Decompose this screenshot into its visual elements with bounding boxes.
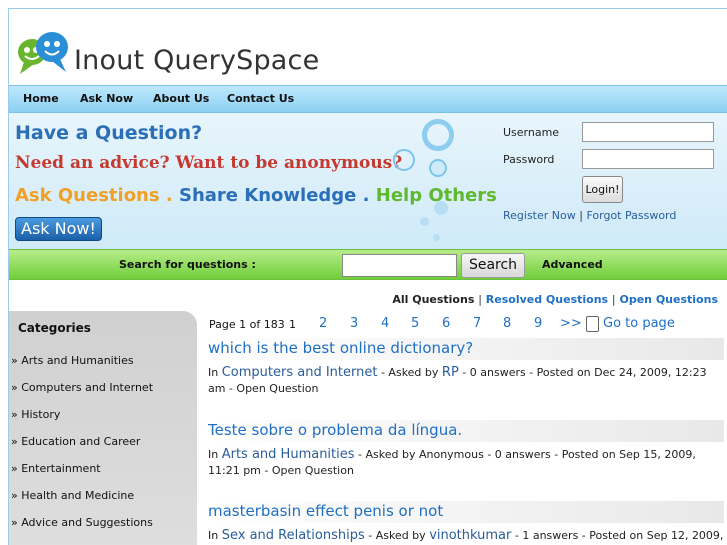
tagline-ask: Ask Questions . [15,185,173,206]
question-asked-by: - Asked by [368,529,426,542]
banner-subline: Need an advice? Want to be anonymous? [15,153,403,173]
advanced-search-link[interactable]: Advanced [542,258,603,271]
question-in-label: In [208,448,219,461]
nav-home[interactable]: Home [23,92,59,105]
question-meta: In Sex and Relationships - Asked by vino… [208,528,724,545]
sidebar-item-entertainment[interactable]: » Entertainment [11,462,101,475]
question-asked-by: - Asked by Anonymous [358,448,484,461]
banner-headline: Have a Question? [15,122,203,144]
question-title[interactable]: which is the best online dictionary? [208,338,724,360]
filter-resolved-questions[interactable]: Resolved Questions [486,293,608,306]
page-info: Page 1 of 183 [209,318,285,331]
page: Inout QuerySpace Home Ask Now About Us C… [8,8,727,545]
filter-separator: | [611,293,616,306]
filter-open-questions[interactable]: Open Questions [619,293,718,306]
tagline-share: Share Knowledge . [178,185,370,206]
login-links-separator: | [579,209,583,222]
nav-contact-us[interactable]: Contact Us [227,92,294,105]
nav-about-us[interactable]: About Us [153,92,209,105]
login-links: Register Now | Forgot Password [503,209,676,222]
nav-ask-now[interactable]: Ask Now [80,92,133,105]
question-filters: All Questions | Resolved Questions | Ope… [392,293,718,306]
chat-bubbles-logo-icon[interactable] [14,30,76,80]
username-input[interactable] [582,122,714,142]
sidebar-item-history[interactable]: » History [11,408,60,421]
question-user-link[interactable]: vinothkumar [429,528,511,543]
sidebar-title: Categories [18,321,91,335]
password-label: Password [503,153,555,166]
bubble-decoration-icon [429,159,447,177]
question-in-label: In [208,529,219,542]
question-asked-by: - Asked by [380,366,439,379]
question-meta: In Computers and Internet - Asked by RP … [208,365,724,397]
page-link[interactable]: 7 [473,316,481,331]
question-user-link[interactable]: RP [442,365,459,380]
search-input[interactable] [342,254,457,277]
filter-all-questions[interactable]: All Questions [392,293,474,306]
sidebar-item-education-and-career[interactable]: » Education and Career [11,435,140,448]
site-logo-text[interactable]: Inout QuerySpace [74,45,319,76]
bubble-decoration-icon [393,149,415,171]
page-link[interactable]: 8 [503,316,511,331]
main-nav: Home Ask Now About Us Contact Us [9,85,727,113]
header: Inout QuerySpace [9,9,727,85]
search-bar: Search for questions : Search Advanced [9,249,727,280]
page-link[interactable]: 3 [350,316,358,331]
question-item: masterbasin effect penis or not In Sex a… [208,501,724,545]
page-link[interactable]: 4 [381,316,389,331]
pagination: Page 1 of 183 1 2 3 4 5 6 7 8 9 >> Go to… [209,316,727,336]
username-label: Username [503,126,560,139]
banner-tagline: Ask Questions . Share Knowledge . Help O… [15,185,497,206]
bubble-decoration-icon [434,201,448,215]
forgot-password-link[interactable]: Forgot Password [586,209,676,222]
question-category-link[interactable]: Arts and Humanities [222,447,355,462]
question-category-link[interactable]: Computers and Internet [222,365,378,380]
login-button[interactable]: Login! [582,176,623,203]
sidebar-item-health-and-medicine[interactable]: » Health and Medicine [11,489,134,502]
page-link[interactable]: 9 [534,316,542,331]
page-link[interactable]: 6 [442,316,450,331]
question-in-label: In [208,366,219,379]
question-item: which is the best online dictionary? In … [208,338,724,397]
search-button[interactable]: Search [461,253,525,278]
next-pages-link[interactable]: >> [560,316,582,331]
question-title[interactable]: masterbasin effect penis or not [208,501,724,523]
question-item: Teste sobre o problema da língua. In Art… [208,420,724,479]
bubble-decoration-icon [420,217,429,226]
go-to-page-link[interactable]: Go to page [603,316,675,331]
question-title[interactable]: Teste sobre o problema da língua. [208,420,724,442]
hero-banner: Have a Question? Need an advice? Want to… [9,113,727,249]
filter-separator: | [478,293,482,306]
question-category-link[interactable]: Sex and Relationships [222,528,365,543]
register-link[interactable]: Register Now [503,209,576,222]
bubble-decoration-icon [433,234,440,241]
current-page: 1 [289,318,296,331]
sidebar-item-computers-and-internet[interactable]: » Computers and Internet [11,381,153,394]
question-meta: In Arts and Humanities - Asked by Anonym… [208,447,724,479]
categories-sidebar: Categories » Arts and Humanities » Compu… [9,311,197,545]
password-input[interactable] [582,149,714,169]
bubble-decoration-icon [422,119,454,151]
search-label: Search for questions : [119,258,256,271]
go-to-page-checkbox[interactable] [586,316,599,332]
sidebar-item-advice-and-suggestions[interactable]: » Advice and Suggestions [11,516,153,529]
page-link[interactable]: 2 [319,316,327,331]
page-link[interactable]: 5 [411,316,419,331]
ask-now-button[interactable]: Ask Now! [15,217,102,241]
sidebar-item-arts-and-humanities[interactable]: » Arts and Humanities [11,354,134,367]
